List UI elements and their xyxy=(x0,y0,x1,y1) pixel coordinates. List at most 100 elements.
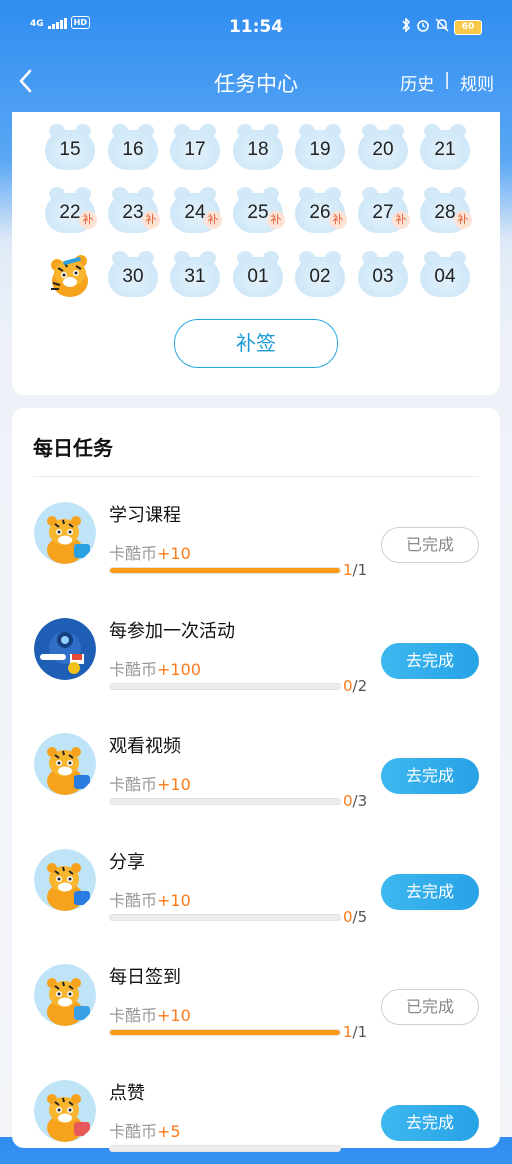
day-number: 17 xyxy=(184,139,206,160)
calendar-week-row: 15 16 17 18 19 20 21 xyxy=(45,124,481,174)
calendar-day[interactable]: 03 xyxy=(358,251,408,297)
reward-label: 卡酷币 xyxy=(109,775,158,794)
calendar-day[interactable]: 26 补 xyxy=(295,187,347,233)
calendar-day[interactable]: 19 xyxy=(295,124,345,170)
robot-flag-icon xyxy=(34,617,96,680)
task-item: 分享卡酷币+10 0/5 去完成 xyxy=(12,833,500,933)
makeup-badge: 补 xyxy=(204,211,222,229)
progress-total: /1 xyxy=(352,1023,368,1041)
calendar-day[interactable]: 31 xyxy=(170,251,220,297)
tiger-share-icon xyxy=(34,848,96,911)
progress-done: 1 xyxy=(343,1023,353,1041)
task-progress-count: 0/2 xyxy=(343,677,367,695)
task-reward: 卡酷币+100 xyxy=(109,656,201,680)
reward-label: 卡酷币 xyxy=(109,1121,158,1141)
task-reward: 卡酷币+10 xyxy=(109,1002,191,1026)
go-complete-button[interactable]: 去完成 xyxy=(381,642,479,679)
day-number: 19 xyxy=(309,139,331,160)
task-name: 分享 xyxy=(109,851,145,873)
sign-in-calendar: 15 16 17 18 19 20 21 22 补 23 补 24 补 25 补 26 补 27 补 28 补 30 31 0… xyxy=(12,112,500,395)
calendar-week-row: 30 31 01 02 03 04 xyxy=(45,251,481,301)
nav-bar: 任务中心 历史 | 规则 xyxy=(0,58,512,104)
nav-links: 历史 | 规则 xyxy=(400,70,494,95)
reward-amount: +10 xyxy=(157,544,191,563)
calendar-day[interactable]: 17 xyxy=(170,124,220,170)
progress-done: 1 xyxy=(343,561,353,579)
go-complete-button[interactable]: 去完成 xyxy=(381,873,479,910)
calendar-day[interactable]: 28 补 xyxy=(420,187,472,233)
task-name: 每日签到 xyxy=(109,967,181,988)
today-tiger-icon xyxy=(45,251,95,297)
makeup-checkin-button[interactable]: 补签 xyxy=(174,319,338,368)
task-progress-bar xyxy=(109,1029,341,1036)
status-bar: 4G HD 11:54 60 xyxy=(0,0,512,58)
calendar-day[interactable]: 20 xyxy=(358,124,408,170)
task-progress-bar xyxy=(109,567,341,574)
calendar-day[interactable]: 22 补 xyxy=(45,187,97,233)
alarm-icon xyxy=(416,18,430,36)
day-number: 03 xyxy=(372,266,394,287)
task-progress-bar xyxy=(109,682,341,690)
calendar-day[interactable]: 18 xyxy=(233,124,283,170)
task-reward: 卡酷币+10 xyxy=(109,540,191,564)
calendar-day[interactable]: 24 补 xyxy=(170,187,222,233)
task-item: 观看视频 卡酷币+10 0/3 去完成 xyxy=(12,717,500,817)
divider xyxy=(33,476,479,477)
tiger-book-icon xyxy=(34,502,96,564)
mute-icon xyxy=(435,18,449,36)
calendar-day[interactable]: 30 xyxy=(108,251,158,297)
day-number: 01 xyxy=(247,266,269,287)
calendar-day[interactable]: 21 xyxy=(420,124,470,170)
calendar-day[interactable]: 02 xyxy=(295,251,345,297)
reward-amount: +10 xyxy=(157,1006,191,1025)
progress-total: /3 xyxy=(352,792,368,810)
reward-label: 卡酷币 xyxy=(109,1006,158,1025)
task-progress-count: 0/5 xyxy=(343,908,367,926)
task-name: 学习课程 xyxy=(109,505,181,526)
calendar-day[interactable]: 04 xyxy=(420,251,470,297)
calendar-day[interactable]: 25 补 xyxy=(233,187,285,233)
task-progress-count: 1/1 xyxy=(343,561,367,579)
day-number: 02 xyxy=(309,266,331,287)
task-progress-bar xyxy=(109,913,341,921)
go-complete-button[interactable]: 去完成 xyxy=(381,758,479,794)
completed-button[interactable]: 已完成 xyxy=(381,527,479,563)
task-item: 每参加一次活动 卡酷币+100 0/2 去完成 xyxy=(12,602,500,702)
makeup-badge: 补 xyxy=(79,211,97,229)
daily-tasks-title: 每日任务 xyxy=(33,436,113,460)
day-number: 21 xyxy=(434,139,456,160)
progress-done: 0 xyxy=(343,907,353,926)
calendar-day[interactable]: 16 xyxy=(108,124,158,170)
calendar-day[interactable]: 23 补 xyxy=(108,187,160,233)
calendar-day[interactable]: 27 补 xyxy=(358,187,410,233)
day-number: 15 xyxy=(59,139,81,160)
calendar-day[interactable]: 01 xyxy=(233,251,283,297)
progress-done: 0 xyxy=(343,792,353,810)
task-item: 点赞卡酷币+5 去完成 xyxy=(12,1064,500,1164)
task-name: 点赞 xyxy=(109,1082,145,1104)
go-complete-button[interactable]: 去完成 xyxy=(381,1104,479,1141)
task-progress-count: 0/3 xyxy=(343,792,367,810)
reward-amount: +5 xyxy=(157,1121,181,1141)
bluetooth-icon xyxy=(401,17,411,36)
reward-amount: +10 xyxy=(157,890,191,910)
task-progress-fill xyxy=(110,568,340,573)
task-reward: 卡酷币+10 xyxy=(109,887,191,911)
tiger-video-icon xyxy=(34,733,96,795)
status-icons: 60 xyxy=(401,17,482,36)
task-progress-bar xyxy=(109,1144,341,1152)
day-number: 20 xyxy=(372,139,394,160)
day-number: 04 xyxy=(434,266,456,287)
completed-button[interactable]: 已完成 xyxy=(381,989,479,1025)
reward-amount: +10 xyxy=(157,775,191,794)
makeup-badge: 补 xyxy=(142,211,160,229)
task-item: 每日签到卡酷币+10 1/1 已完成 xyxy=(12,948,500,1048)
task-progress-fill xyxy=(110,1030,340,1035)
progress-total: /1 xyxy=(352,561,368,579)
tiger-like-icon xyxy=(34,1079,96,1142)
rules-link[interactable]: 规则 xyxy=(460,70,494,95)
calendar-day[interactable]: 15 xyxy=(45,124,95,170)
history-link[interactable]: 历史 xyxy=(400,70,434,95)
calendar-week-row: 22 补 23 补 24 补 25 补 26 补 27 补 28 补 xyxy=(45,187,481,237)
task-progress-count: 1/1 xyxy=(343,1023,367,1041)
